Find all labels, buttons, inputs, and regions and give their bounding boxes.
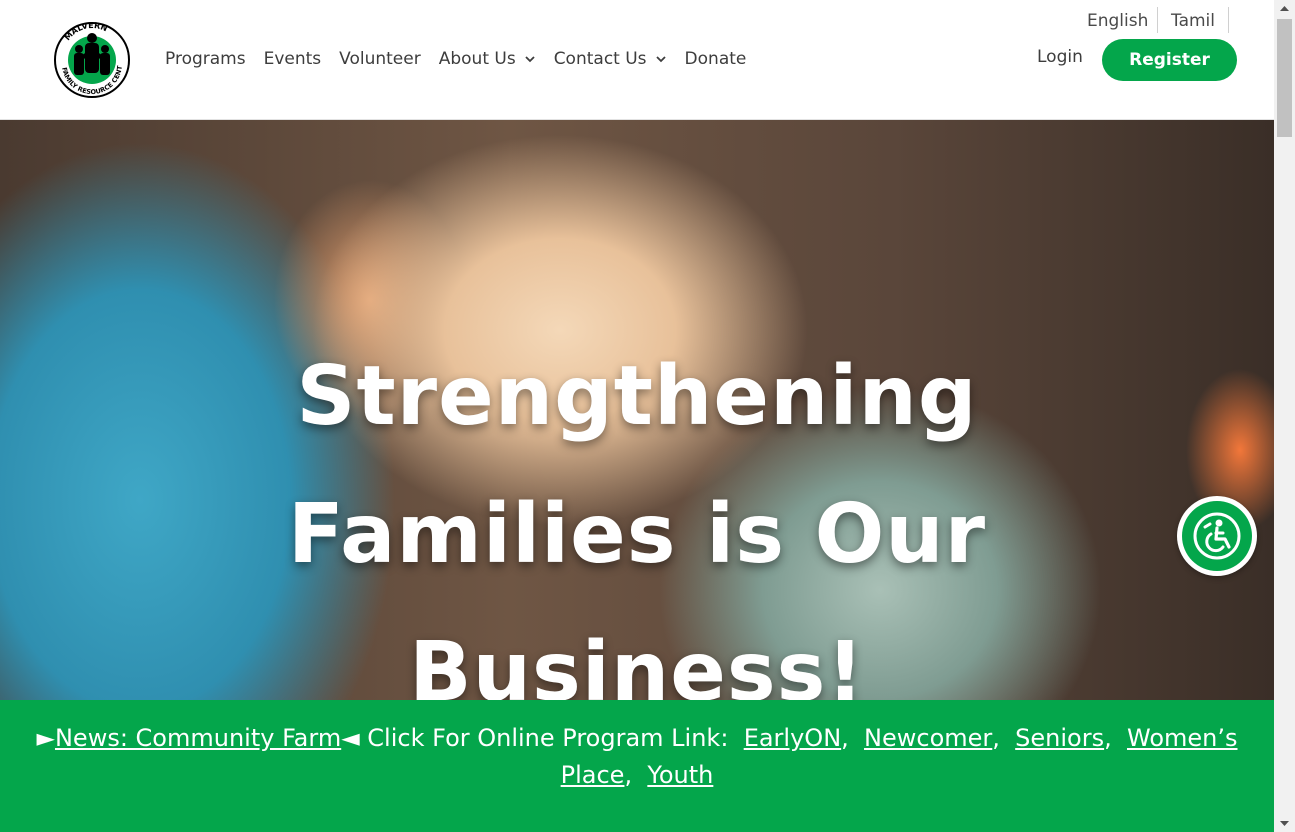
accessibility-button-inner: [1182, 501, 1252, 571]
nav-donate[interactable]: Donate: [685, 49, 747, 69]
hero-title: Strengthening Families is Our Business!: [0, 328, 1274, 700]
site-header: MALVERN FAMILY RESOURCE CENTRE Programs …: [0, 0, 1274, 120]
nav-volunteer[interactable]: Volunteer: [339, 49, 421, 69]
nav-contact-us[interactable]: Contact Us: [554, 49, 667, 69]
language-divider: [1228, 7, 1229, 33]
newcomer-link[interactable]: Newcomer: [864, 724, 992, 752]
nav-events[interactable]: Events: [264, 49, 322, 69]
banner-text: Click For Online Program Link:: [359, 724, 737, 752]
seniors-link[interactable]: Seniors: [1015, 724, 1104, 752]
register-button[interactable]: Register: [1102, 39, 1237, 81]
nav-about-us-label: About Us: [438, 49, 516, 69]
hero-banner: Strengthening Families is Our Business!: [0, 120, 1274, 700]
nav-volunteer-label: Volunteer: [339, 49, 421, 69]
hero-title-line-3: Business!: [409, 625, 865, 700]
scroll-down-arrow-icon[interactable]: [1274, 815, 1295, 832]
nav-contact-us-label: Contact Us: [553, 49, 647, 69]
banner-arrow-right: ►: [36, 724, 55, 752]
language-english[interactable]: English: [1087, 8, 1148, 34]
nav-programs[interactable]: Programs: [165, 49, 246, 69]
login-link[interactable]: Login: [1037, 47, 1083, 67]
news-banner: ►News: Community Farm◄ Click For Online …: [0, 700, 1274, 832]
youth-link[interactable]: Youth: [647, 761, 713, 789]
language-tamil[interactable]: Tamil: [1171, 8, 1215, 34]
scrollbar-thumb[interactable]: [1277, 19, 1292, 137]
wheelchair-icon: [1193, 512, 1241, 560]
main-nav: Programs Events Volunteer About Us Conta…: [165, 47, 764, 71]
nav-programs-label: Programs: [165, 49, 246, 69]
news-community-farm-link[interactable]: News: Community Farm: [55, 724, 341, 752]
hero-title-line-2: Families is Our: [287, 487, 987, 582]
nav-events-label: Events: [263, 49, 322, 69]
chevron-down-icon: [655, 56, 666, 63]
nav-donate-label: Donate: [684, 49, 747, 69]
language-divider: [1157, 7, 1158, 33]
logo[interactable]: MALVERN FAMILY RESOURCE CENTRE: [52, 16, 132, 104]
scroll-up-arrow-icon[interactable]: [1274, 0, 1295, 17]
chevron-down-icon: [525, 56, 535, 63]
earlyon-link[interactable]: EarlyON: [744, 724, 841, 752]
banner-arrow-left: ◄: [341, 724, 360, 752]
accessibility-button[interactable]: [1177, 496, 1257, 576]
nav-about-us[interactable]: About Us: [439, 49, 536, 69]
page-scrollbar[interactable]: [1274, 0, 1295, 832]
hero-title-line-1: Strengthening: [296, 349, 978, 444]
